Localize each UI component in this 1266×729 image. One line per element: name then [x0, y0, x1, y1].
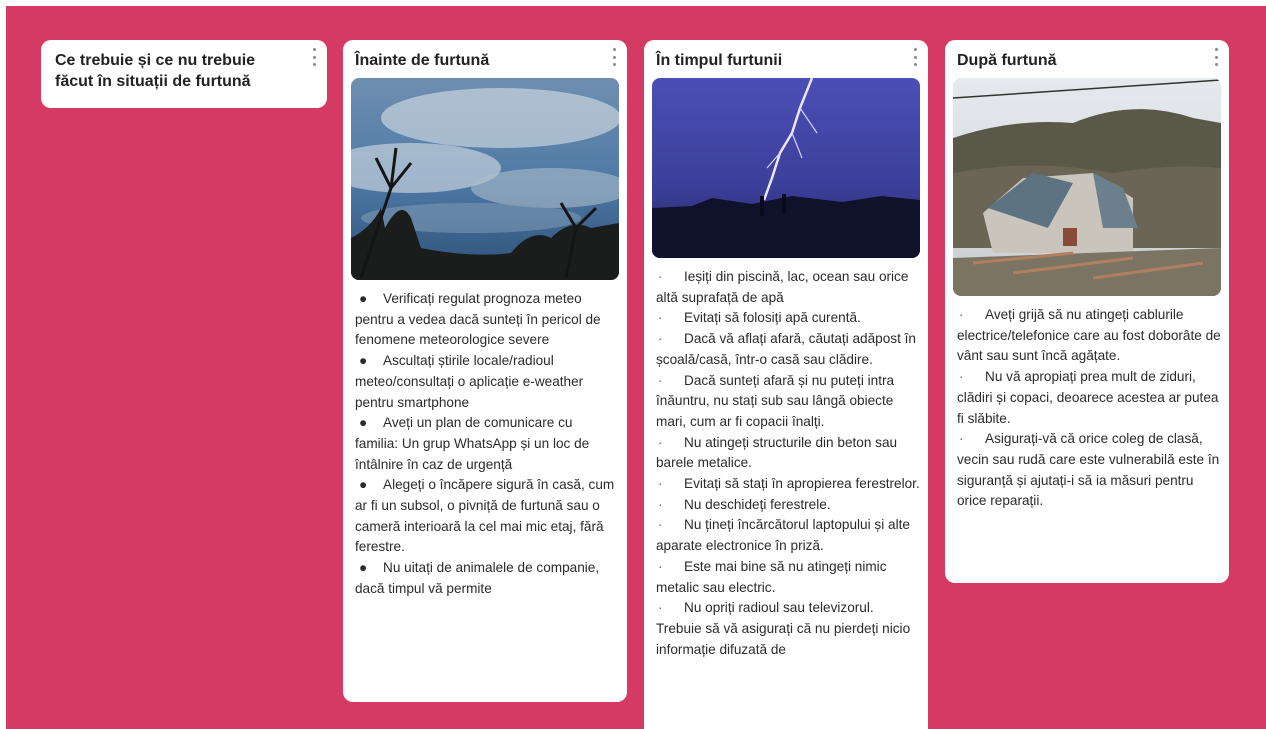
list-item: · Dacă vă aflați afară, căutați adăpost î… [656, 331, 916, 367]
list-item: · Aveți grijă să nu atingeți cablurile el… [957, 307, 1221, 364]
damaged-house-image[interactable] [953, 78, 1221, 296]
board-title-card[interactable]: Ce trebuie și ce nu trebuie făcut în sit… [41, 40, 327, 108]
post-title: În timpul furtunii [656, 52, 783, 69]
post-card-after-storm[interactable]: După furtună · Aveți grijă să nu atingeț… [945, 40, 1229, 583]
post-body: · Aveți grijă să nu atingeți cablurile el… [953, 305, 1221, 512]
card-menu-icon[interactable] [910, 48, 920, 66]
padlet-board: Ce trebuie și ce nu trebuie făcut în sit… [6, 6, 1266, 729]
list-item: · Evitați să folosiți apă curentă. [658, 310, 861, 326]
list-item: ● Alegeți o încăpere sigură în casă, cum … [355, 477, 615, 555]
card-menu-icon[interactable] [1211, 48, 1221, 66]
list-item: · Asigurați-vă că orice coleg de clasă, v… [957, 431, 1220, 509]
list-item: ● Ascultați știrile locale/radioul meteo/… [355, 353, 584, 410]
post-card-before-storm[interactable]: Înainte de furtună ● Verificați regulat … [343, 40, 627, 702]
list-item: · Este mai bine să nu atingeți nimic meta… [656, 558, 887, 595]
list-item: · Nu opriți radioul sau televizorul. Treb… [656, 600, 911, 657]
list-item: · Ieșiți din piscină, lac, ocean sau oric… [656, 269, 909, 305]
post-title: După furtună [957, 52, 1057, 69]
post-title: Înainte de furtună [355, 52, 490, 69]
card-menu-icon[interactable] [609, 48, 619, 66]
list-item: · Nu atingeți structurile din beton sau b… [656, 434, 898, 471]
card-menu-icon[interactable] [309, 48, 319, 66]
storm-clouds-image[interactable] [351, 78, 619, 280]
list-item: · Dacă sunteți afară și nu puteți intra î… [656, 372, 895, 429]
list-item: · Evitați să stați în apropierea ferestre… [658, 476, 920, 492]
post-card-during-storm[interactable]: În timpul furtunii · Ieșiți din piscină,… [644, 40, 928, 729]
list-item: · Nu țineți încărcătorul laptopului și al… [656, 517, 910, 554]
lightning-image[interactable] [652, 78, 920, 258]
list-item: ● Nu uitați de animalele de companie, dac… [355, 560, 600, 596]
list-item: · Nu deschideți ferestrele. [658, 496, 831, 512]
list-item: ● Aveți un plan de comunicare cu familia:… [355, 415, 590, 472]
list-item: ● Verificați regulat prognoza meteo pentr… [355, 291, 601, 348]
post-body: · Ieșiți din piscină, lac, ocean sau oric… [652, 267, 920, 660]
post-body: ● Verificați regulat prognoza meteo pentr… [351, 289, 619, 600]
list-item: · Nu vă apropiați prea mult de ziduri, cl… [957, 369, 1219, 426]
board-title: Ce trebuie și ce nu trebuie făcut în sit… [55, 52, 256, 90]
